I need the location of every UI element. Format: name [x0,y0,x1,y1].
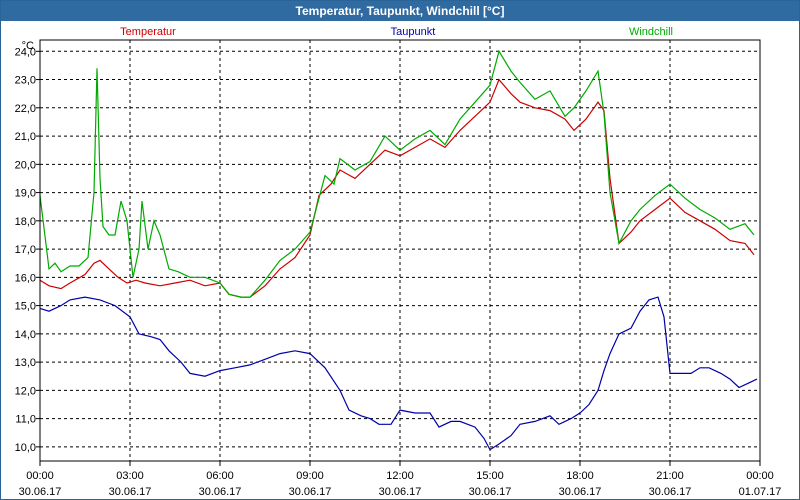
x-tick-time: 18:00 [566,470,594,482]
x-tick-time: 00:00 [26,470,54,482]
series-line-windchill [39,49,755,298]
x-tick-time: 15:00 [476,470,504,482]
x-tick-date: 30.06.17 [289,486,332,498]
x-tick-time: 21:00 [656,470,684,482]
y-tick-label: 17,0 [15,244,36,256]
x-tick-time: 03:00 [116,470,144,482]
x-tick-date: 30.06.17 [109,486,152,498]
x-tick-time: 12:00 [386,470,414,482]
series-line-taupunkt [39,296,758,451]
x-tick-date: 30.06.17 [19,486,62,498]
x-tick-date: 30.06.17 [379,486,422,498]
y-tick-label: 15,0 [15,301,36,313]
y-tick-label: 10,0 [15,442,36,454]
y-tick-label: 12,0 [15,385,36,397]
y-tick-label: 22,0 [15,103,36,115]
y-tick-label: 23,0 [15,75,36,87]
x-tick-date: 01.07.17 [739,486,782,498]
y-tick-label: 19,0 [15,188,36,200]
x-tick-time: 06:00 [206,470,234,482]
y-axis: 10,0 11,0 12,0 13,0 14,0 15,0 16,0 17,0 18,0 19,0… [15,46,40,454]
series-line-temperatur [39,78,755,298]
x-tick-time: 00:00 [746,470,774,482]
legend-item-taupunkt: Taupunkt [391,26,436,38]
x-tick-date: 30.06.17 [649,486,692,498]
legend: Temperatur Taupunkt Windchill [120,26,673,38]
x-tick-time: 09:00 [296,470,324,482]
y-tick-label: 14,0 [15,329,36,341]
y-axis-unit: °C [22,40,34,52]
legend-item-temperatur: Temperatur [120,26,176,38]
series-lines [39,49,758,451]
y-tick-label: 16,0 [15,272,36,284]
line-chart: 10,0 11,0 12,0 13,0 14,0 15,0 16,0 17,0 18,0 19,0… [15,26,782,498]
x-tick-date: 30.06.17 [469,486,512,498]
y-tick-label: 21,0 [15,131,36,143]
y-tick-label: 13,0 [15,357,36,369]
x-tick-date: 30.06.17 [559,486,602,498]
y-tick-label: 11,0 [15,414,36,426]
y-tick-label: 18,0 [15,216,36,228]
legend-item-windchill: Windchill [629,26,673,38]
x-tick-date: 30.06.17 [199,486,242,498]
x-axis: 00:00 30.06.17 03:00 30.06.17 06:00 30.06.17 0… [19,461,782,498]
y-tick-label: 20,0 [15,159,36,171]
grid [40,40,760,461]
